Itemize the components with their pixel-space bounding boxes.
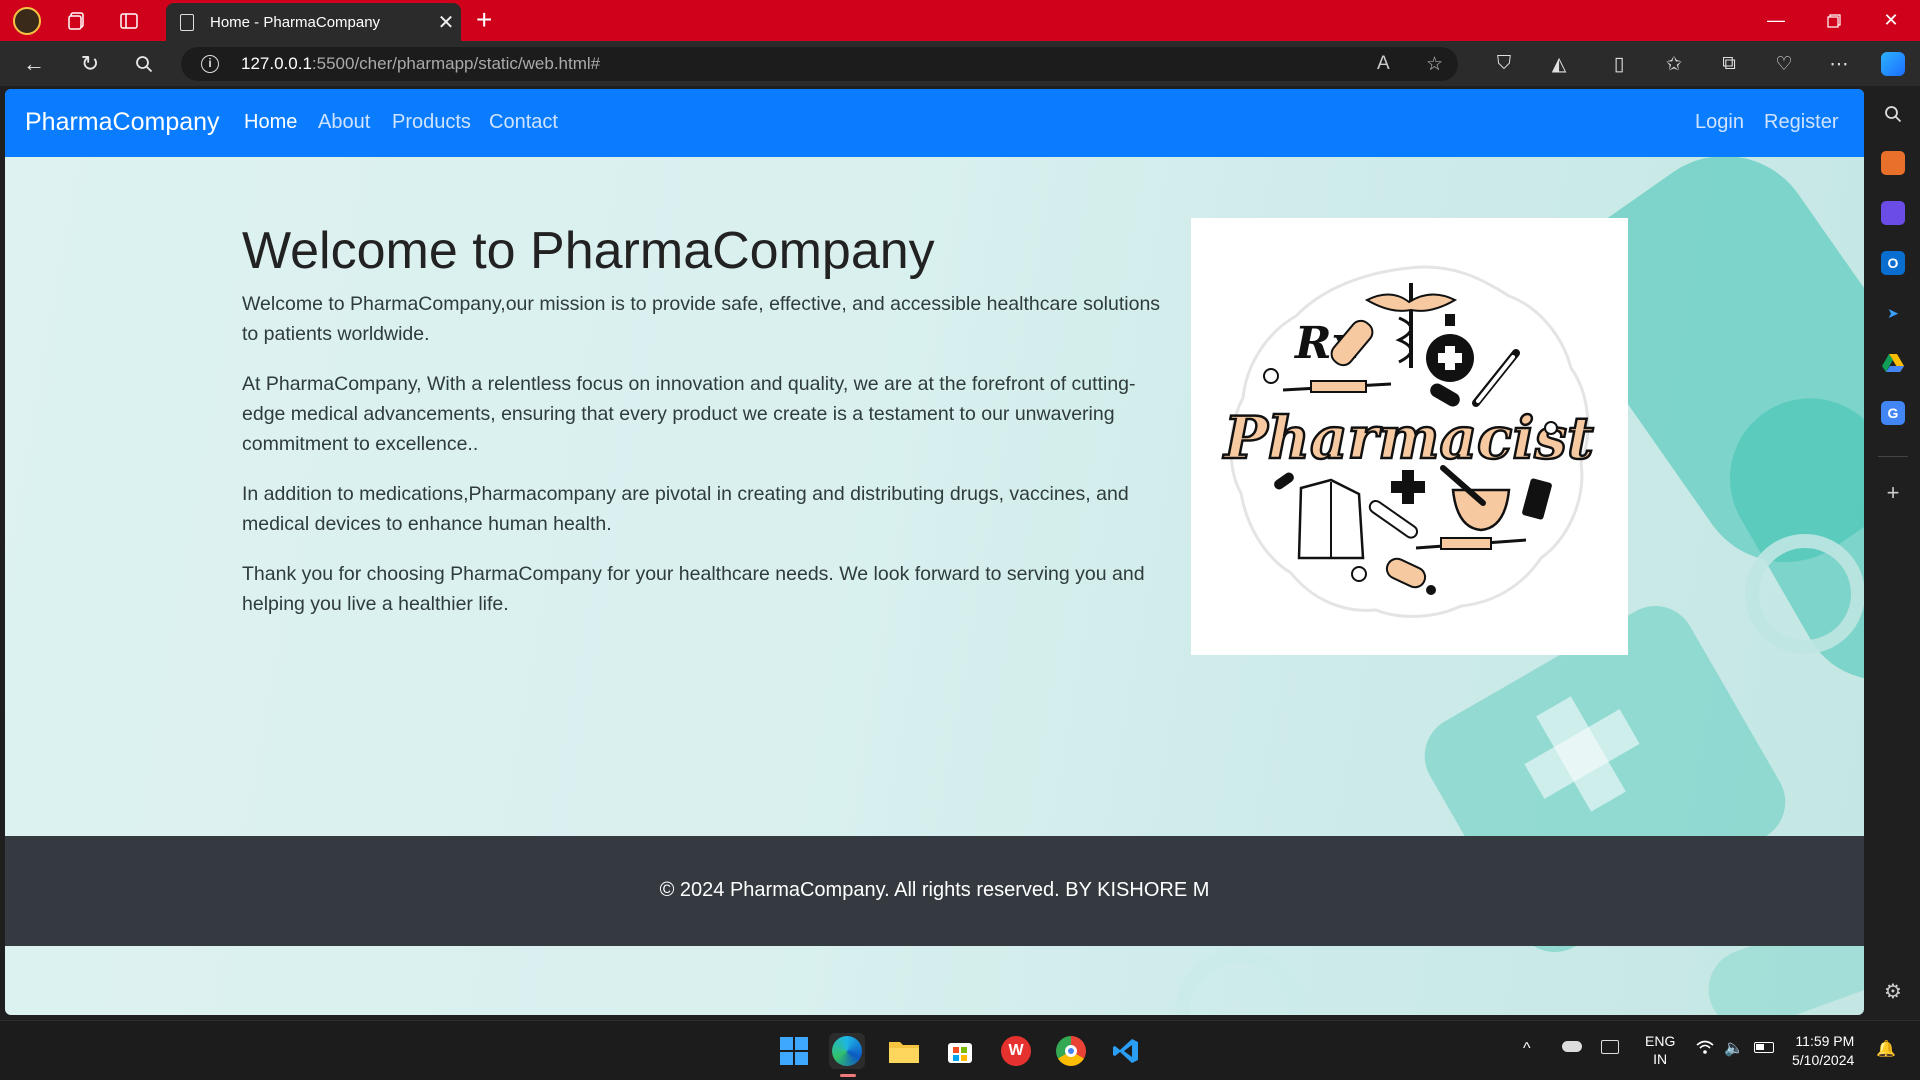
close-window-icon[interactable]: ✕ bbox=[1864, 0, 1918, 41]
nav-link-products[interactable]: Products bbox=[392, 111, 471, 134]
translate-icon[interactable]: G bbox=[1881, 401, 1905, 425]
drive-icon[interactable] bbox=[1881, 351, 1905, 375]
profile-avatar-icon[interactable] bbox=[12, 6, 42, 36]
edge-taskbar-icon[interactable] bbox=[829, 1033, 865, 1069]
intro-paragraph-2: At PharmaCompany, With a relentless focu… bbox=[242, 373, 1136, 455]
nav-link-login[interactable]: Login bbox=[1695, 111, 1744, 134]
nav-link-register[interactable]: Register bbox=[1764, 111, 1838, 134]
intro-paragraph-3: In addition to medications,Pharmacompany… bbox=[242, 483, 1129, 535]
tab-close-icon[interactable]: ✕ bbox=[431, 10, 461, 35]
copilot-icon[interactable] bbox=[1879, 50, 1907, 78]
site-info-icon[interactable]: i bbox=[201, 55, 219, 73]
start-windows-icon[interactable] bbox=[776, 1033, 812, 1069]
browser-titlebar: Home - PharmaCompany ✕ + — ✕ bbox=[0, 0, 1920, 41]
back-icon[interactable]: ← bbox=[18, 48, 50, 80]
site-navbar: PharmaCompany Home About Products Contac… bbox=[5, 89, 1864, 157]
restore-icon[interactable] bbox=[1807, 0, 1861, 41]
copilot-sidebar-icon[interactable] bbox=[1881, 201, 1905, 225]
clock-time: 11:59 PM bbox=[1795, 1033, 1855, 1049]
file-explorer-icon[interactable] bbox=[886, 1033, 922, 1069]
shopping-icon[interactable] bbox=[1881, 151, 1905, 175]
send-icon[interactable]: ➤ bbox=[1881, 301, 1905, 325]
language-code: ENG bbox=[1645, 1033, 1676, 1049]
sidebar-settings-icon[interactable]: ⚙ bbox=[1881, 979, 1905, 1003]
edge-sidebar: O ➤ G + ⚙ bbox=[1866, 86, 1920, 1019]
page-title: Welcome to PharmaCompany bbox=[242, 222, 935, 280]
windows-taskbar: W ^ ENG IN 🔈 11:59 PM 5/10/2024 🔔 bbox=[0, 1020, 1920, 1080]
tray-chevron-icon[interactable]: ^ bbox=[1523, 1040, 1531, 1058]
split-screen-icon[interactable]: ▯ bbox=[1605, 50, 1633, 78]
extension-icon[interactable]: ◭ bbox=[1545, 50, 1573, 78]
microsoft-store-icon[interactable] bbox=[942, 1033, 978, 1069]
battery-icon[interactable] bbox=[1754, 1042, 1774, 1053]
new-tab-icon[interactable]: + bbox=[476, 4, 492, 36]
tab-title: Home - PharmaCompany bbox=[210, 13, 381, 31]
active-tab[interactable]: Home - PharmaCompany ✕ bbox=[166, 3, 461, 41]
nav-link-about[interactable]: About bbox=[318, 111, 370, 134]
favorite-star-icon[interactable]: ☆ bbox=[1426, 53, 1443, 76]
favorites-icon[interactable]: ✩ bbox=[1660, 50, 1688, 78]
background-ring-shape bbox=[1175, 949, 1305, 1015]
pharmacist-image: Rx Pharmacist bbox=[1191, 218, 1628, 655]
webpage-viewport: PharmaCompany Home About Products Contac… bbox=[5, 89, 1864, 1015]
more-menu-icon[interactable]: ⋯ bbox=[1825, 50, 1853, 78]
refresh-icon[interactable]: ↻ bbox=[74, 48, 106, 80]
language-region: IN bbox=[1653, 1051, 1668, 1067]
browser-essentials-icon[interactable]: ♡ bbox=[1770, 50, 1798, 78]
sidebar-search-icon[interactable] bbox=[1881, 102, 1905, 126]
language-indicator[interactable]: ENG IN bbox=[1645, 1032, 1675, 1068]
intro-paragraph-1: Welcome to PharmaCompany,our mission is … bbox=[242, 293, 1161, 345]
vscode-icon[interactable] bbox=[1108, 1033, 1144, 1069]
workspaces-icon[interactable] bbox=[62, 6, 92, 36]
browser-toolbar: ← ↻ i 127.0.0.1:5500/cher/pharmapp/stati… bbox=[0, 41, 1920, 86]
chrome-icon[interactable] bbox=[1053, 1033, 1089, 1069]
clock[interactable]: 11:59 PM 5/10/2024 bbox=[1792, 1032, 1854, 1070]
wps-office-icon[interactable]: W bbox=[998, 1033, 1034, 1069]
active-app-indicator bbox=[840, 1074, 856, 1077]
intro-paragraph-4: Thank you for choosing PharmaCompany for… bbox=[242, 563, 1145, 615]
onedrive-icon[interactable] bbox=[1562, 1041, 1582, 1052]
collections-icon[interactable]: ⧉ bbox=[1715, 50, 1743, 78]
volume-icon[interactable]: 🔈 bbox=[1724, 1038, 1744, 1058]
outlook-icon[interactable]: O bbox=[1881, 251, 1905, 275]
tab-actions-icon[interactable] bbox=[114, 6, 144, 36]
tablet-mode-icon[interactable] bbox=[1601, 1040, 1619, 1054]
footer-copyright: © 2024 PharmaCompany. All rights reserve… bbox=[659, 879, 1210, 901]
address-bar[interactable]: i 127.0.0.1:5500/cher/pharmapp/static/we… bbox=[181, 47, 1458, 81]
minimize-icon[interactable]: — bbox=[1749, 0, 1803, 41]
site-brand[interactable]: PharmaCompany bbox=[25, 108, 220, 137]
read-aloud-icon[interactable]: A bbox=[1377, 53, 1390, 75]
pharmacist-lettering: Pharmacist bbox=[1222, 404, 1594, 472]
background-ring-shape bbox=[1745, 534, 1864, 654]
site-footer: © 2024 PharmaCompany. All rights reserve… bbox=[5, 836, 1864, 946]
wifi-icon[interactable] bbox=[1696, 1039, 1714, 1058]
notification-bell-icon[interactable]: 🔔 bbox=[1876, 1039, 1896, 1059]
url-text[interactable]: 127.0.0.1:5500/cher/pharmapp/static/web.… bbox=[241, 54, 600, 74]
clock-date: 5/10/2024 bbox=[1792, 1052, 1855, 1068]
search-icon[interactable] bbox=[128, 48, 160, 80]
page-icon bbox=[180, 13, 194, 31]
nav-link-home[interactable]: Home bbox=[244, 111, 297, 134]
shield-icon[interactable]: ⛉ bbox=[1490, 50, 1518, 78]
add-sidebar-icon[interactable]: + bbox=[1881, 480, 1905, 505]
nav-link-contact[interactable]: Contact bbox=[489, 111, 558, 134]
